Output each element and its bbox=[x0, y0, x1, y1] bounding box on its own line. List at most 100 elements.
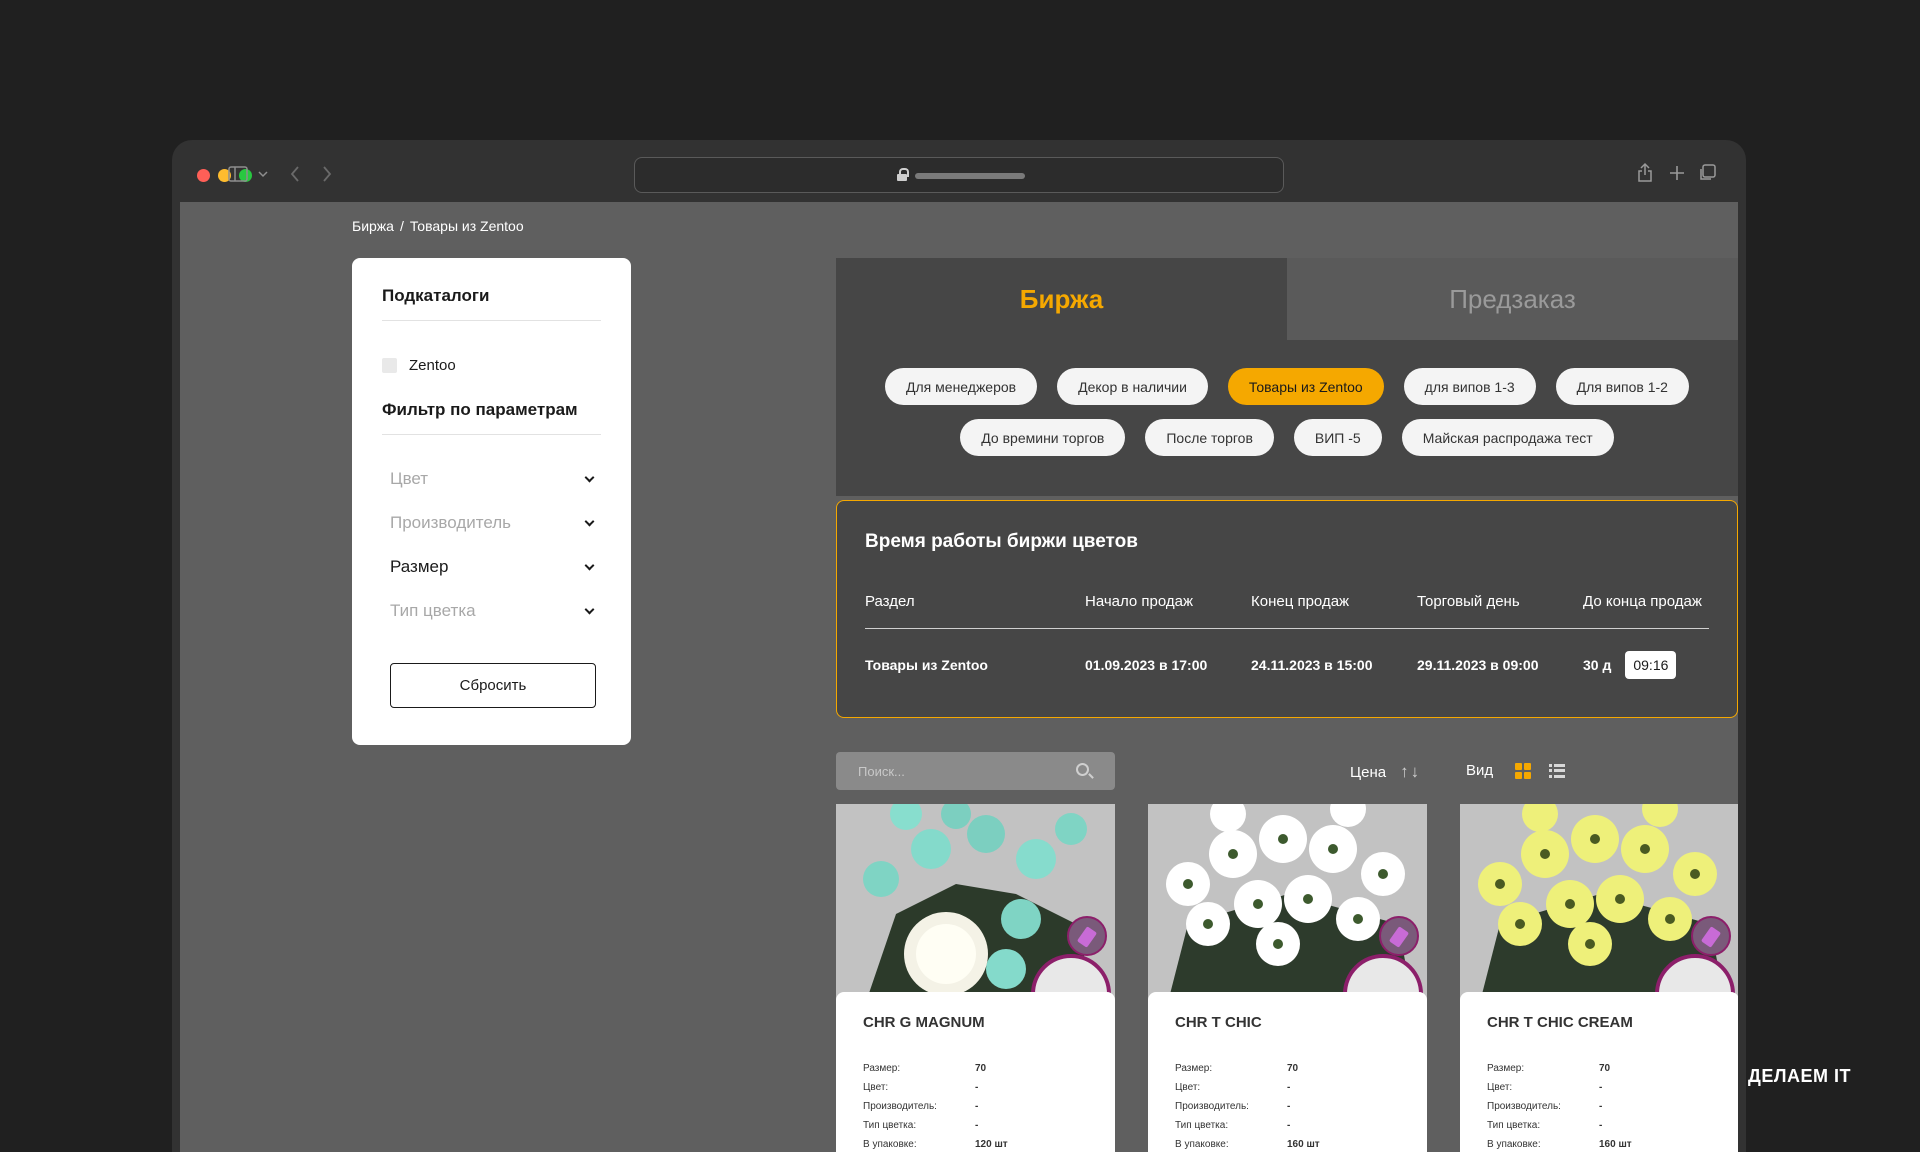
price-sort[interactable]: Цена ↑↓ bbox=[1350, 762, 1421, 782]
schedule-header-start: Начало продаж bbox=[1085, 593, 1194, 610]
filter-flower-type-label: Тип цветка bbox=[390, 601, 476, 620]
prop-value: - bbox=[975, 1082, 979, 1093]
prop-value: - bbox=[975, 1101, 979, 1112]
schedule-start: 01.09.2023 в 17:00 bbox=[1085, 657, 1208, 673]
breadcrumb-separator: / bbox=[399, 218, 404, 234]
prop-label: Цвет: bbox=[863, 1082, 889, 1093]
subcatalog-checkbox[interactable] bbox=[382, 358, 397, 373]
product-card[interactable]: CHR T CHIC Размер: 70 Цвет: - Производител… bbox=[1148, 804, 1427, 1152]
share-icon[interactable] bbox=[1637, 162, 1653, 182]
schedule-header-trade-day: Торговый день bbox=[1417, 593, 1520, 610]
product-name[interactable]: CHR T CHIC bbox=[1175, 1014, 1400, 1031]
search-input[interactable] bbox=[858, 761, 1058, 781]
product-name[interactable]: CHR T CHIC CREAM bbox=[1487, 1014, 1712, 1031]
category-chips: Для менеджеров Декор в наличии Товары из… bbox=[836, 368, 1738, 456]
subcatalogs-title: Подкаталоги bbox=[382, 286, 601, 321]
close-window-button[interactable] bbox=[197, 169, 210, 182]
prop-label: В упаковке: bbox=[1175, 1139, 1229, 1150]
new-tab-icon[interactable] bbox=[1669, 165, 1685, 181]
back-arrow-icon[interactable] bbox=[290, 166, 300, 182]
prop-value: - bbox=[1287, 1082, 1291, 1093]
chip-managers[interactable]: Для менеджеров bbox=[885, 368, 1038, 405]
product-badge-icon bbox=[1379, 916, 1419, 956]
grid-view-icon[interactable] bbox=[1515, 762, 1532, 779]
prop-color: Цвет: - bbox=[1487, 1078, 1712, 1097]
schedule-header-row: Раздел Начало продаж Конец продаж Торгов… bbox=[865, 593, 1709, 629]
chip-after-trading[interactable]: После торгов bbox=[1145, 419, 1274, 456]
prop-manufacturer: Производитель: - bbox=[1487, 1097, 1712, 1116]
product-photo bbox=[836, 804, 1115, 1002]
filter-manufacturer-label: Производитель bbox=[390, 513, 512, 532]
filter-flower-type-dropdown[interactable]: Тип цветка bbox=[382, 589, 601, 633]
prop-label: Размер: bbox=[1487, 1063, 1525, 1074]
prop-value: 120 шт bbox=[975, 1139, 1008, 1150]
tab-preorder[interactable]: Предзаказ bbox=[1287, 258, 1738, 340]
prop-label: Производитель: bbox=[863, 1101, 937, 1112]
product-card[interactable]: CHR G MAGNUM Размер: 70 Цвет: - Производит… bbox=[836, 804, 1115, 1152]
prop-label: Производитель: bbox=[1175, 1101, 1249, 1112]
product-info: CHR T CHIC Размер: 70 Цвет: - Производител… bbox=[1148, 992, 1427, 1152]
chip-vip-5[interactable]: ВИП -5 bbox=[1293, 419, 1382, 456]
product-card[interactable]: CHR T CHIC CREAM Размер: 70 Цвет: - Произв… bbox=[1460, 804, 1738, 1152]
prop-label: Цвет: bbox=[1175, 1082, 1201, 1093]
list-view-icon[interactable] bbox=[1549, 763, 1566, 778]
tab-exchange[interactable]: Биржа bbox=[836, 258, 1287, 340]
countdown-timer: 09:16 bbox=[1625, 651, 1677, 679]
subcatalog-zentoo[interactable]: Zentoo bbox=[382, 357, 601, 374]
chip-may-sale[interactable]: Майская распродажа тест bbox=[1401, 419, 1614, 456]
schedule-remaining: 30 д 09:16 bbox=[1583, 651, 1709, 679]
sort-arrows-icon[interactable]: ↑↓ bbox=[1400, 762, 1421, 782]
prop-value: - bbox=[975, 1120, 979, 1131]
prop-value: - bbox=[1287, 1120, 1291, 1131]
sidebar-toggle-icon[interactable] bbox=[228, 166, 248, 182]
chip-zentoo[interactable]: Товары из Zentoo bbox=[1227, 368, 1384, 405]
schedule-trade-day: 29.11.2023 в 09:00 bbox=[1417, 657, 1539, 673]
schedule-header-section: Раздел bbox=[865, 593, 915, 610]
filter-title: Фильтр по параметрам bbox=[382, 400, 601, 435]
filter-size-dropdown[interactable]: Размер bbox=[382, 545, 601, 589]
product-name[interactable]: CHR G MAGNUM bbox=[863, 1014, 1088, 1031]
filter-manufacturer-dropdown[interactable]: Производитель bbox=[382, 501, 601, 545]
chip-vip-1-2[interactable]: Для випов 1-2 bbox=[1555, 368, 1689, 405]
product-photo bbox=[1148, 804, 1427, 1002]
chip-vip-1-3[interactable]: для випов 1-3 bbox=[1403, 368, 1536, 405]
chip-before-trading[interactable]: До времини торгов bbox=[960, 419, 1126, 456]
schedule-panel: Время работы биржи цветов Раздел Начало … bbox=[836, 500, 1738, 718]
schedule-end: 24.11.2023 в 15:00 bbox=[1251, 657, 1373, 673]
prop-value: - bbox=[1287, 1101, 1291, 1112]
filter-sidebar: Подкаталоги Zentoo Фильтр по параметрам … bbox=[352, 258, 631, 745]
prop-size: Размер: 70 bbox=[863, 1059, 1088, 1078]
address-bar[interactable] bbox=[634, 157, 1284, 193]
breadcrumb-root-link[interactable]: Биржа bbox=[352, 218, 394, 234]
prop-value: - bbox=[1599, 1101, 1603, 1112]
prop-value: 70 bbox=[1599, 1063, 1611, 1074]
brand-watermark: ДЕЛАЕМ IT bbox=[1748, 1066, 1851, 1086]
chevron-down-icon[interactable] bbox=[258, 171, 268, 178]
prop-label: В упаковке: bbox=[1487, 1139, 1541, 1150]
prop-pack: В упаковке: 160 шт bbox=[1487, 1135, 1712, 1152]
prop-flower-type: Тип цветка: - bbox=[863, 1116, 1088, 1135]
prop-label: Тип цветка: bbox=[1487, 1120, 1541, 1131]
breadcrumb: Биржа / Товары из Zentoo bbox=[352, 218, 530, 234]
tab-overview-icon[interactable] bbox=[1698, 164, 1716, 182]
search-icon[interactable] bbox=[1076, 763, 1089, 776]
product-photo bbox=[1460, 804, 1738, 1002]
forward-arrow-icon[interactable] bbox=[322, 166, 332, 182]
prop-label: Производитель: bbox=[1487, 1101, 1561, 1112]
prop-label: Тип цветка: bbox=[1175, 1120, 1229, 1131]
filter-size-label: Размер bbox=[390, 557, 449, 576]
schedule-header-remaining: До конца продаж bbox=[1583, 593, 1702, 610]
prop-size: Размер: 70 bbox=[1175, 1059, 1400, 1078]
filter-color-label: Цвет bbox=[390, 469, 429, 488]
chevron-down-icon bbox=[584, 472, 595, 482]
prop-value: 160 шт bbox=[1287, 1139, 1320, 1150]
prop-label: Размер: bbox=[1175, 1063, 1213, 1074]
prop-label: Цвет: bbox=[1487, 1082, 1513, 1093]
schedule-title: Время работы биржи цветов bbox=[865, 531, 1138, 552]
reset-button[interactable]: Сбросить bbox=[390, 663, 596, 708]
prop-manufacturer: Производитель: - bbox=[863, 1097, 1088, 1116]
chip-decor[interactable]: Декор в наличии bbox=[1057, 368, 1208, 405]
filter-color-dropdown[interactable]: Цвет bbox=[382, 457, 601, 501]
chevron-down-icon bbox=[584, 604, 595, 614]
prop-manufacturer: Производитель: - bbox=[1175, 1097, 1400, 1116]
